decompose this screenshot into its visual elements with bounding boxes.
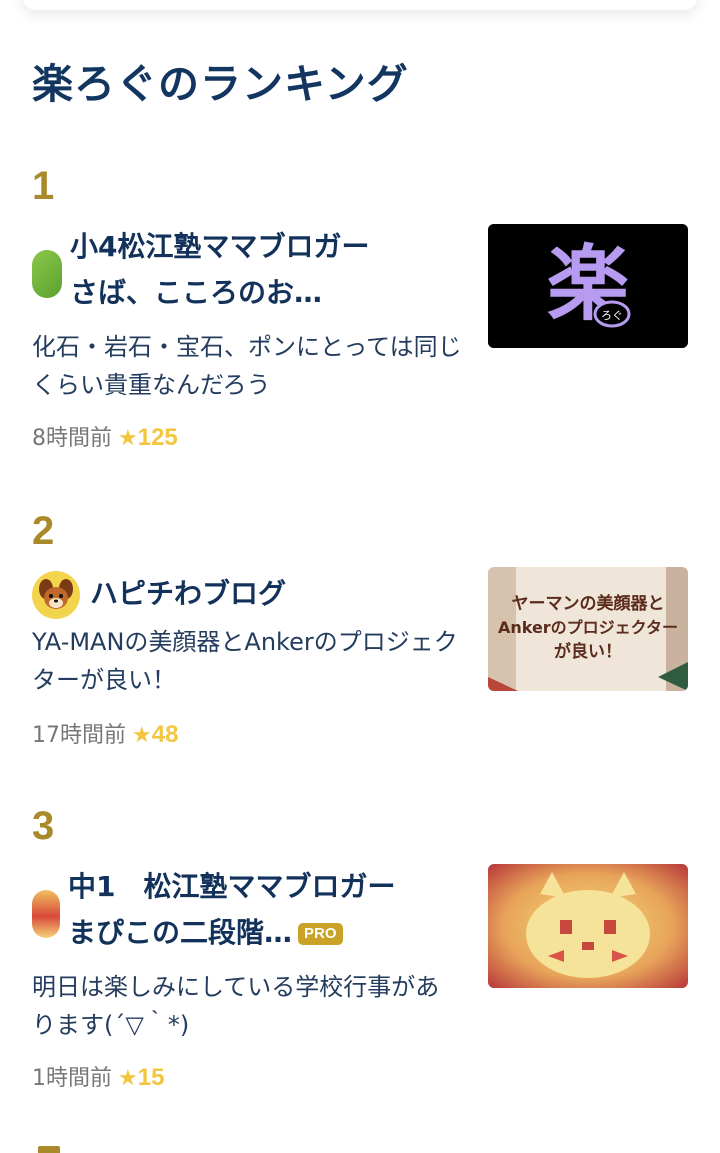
banner-line3: が良い！ [554,641,622,662]
entry-text[interactable]: 明日は楽しみにしている学校行事があります(´▽｀*) [32,968,462,1044]
apple-carving-image [488,864,688,988]
rakurog-logo-icon: 楽 ろぐ [488,224,688,348]
posted-time: 8時間前 [32,426,112,451]
pro-badge: PRO [298,923,343,945]
ranking-item-2[interactable]: 2 ハピチわブログ YA-MANの美顔器とAnkerのプロジェクターが良い！ 1… [0,505,720,765]
entry-meta: 17時間前 ★48 [32,717,178,749]
rank-number: 2 [32,509,55,553]
like-count: 15 [137,1064,165,1091]
dog-avatar-icon [39,579,73,609]
blog-avatar [32,890,60,938]
rank-number: 1 [32,164,55,208]
like-count: 125 [137,424,178,451]
star-icon: ★ [118,1066,138,1091]
star-icon: ★ [132,723,152,748]
entry-meta: 8時間前 ★125 [32,420,178,452]
blog-avatar [32,250,62,298]
banner-line1: ヤーマンの美顔器と [512,593,665,614]
blog-title-line1[interactable]: ハピチわブログ [90,571,286,617]
blog-avatar [32,571,80,619]
header-card-shadow [22,0,698,10]
entry-thumbnail[interactable]: 楽 ろぐ [488,224,688,348]
section-title: 楽ろぐのランキング [32,60,409,108]
entry-text[interactable]: YA-MANの美顔器とAnkerのプロジェクターが良い！ [32,623,462,699]
star-icon: ★ [118,426,138,451]
blog-header[interactable]: 小4松江塾ママブロガー さば、こころのお… [32,224,462,318]
logo-small-text: ろぐ [601,309,623,322]
blog-header[interactable]: 中1 松江塾ママブロガー まぴこの二段階… PRO [32,864,462,958]
blog-title-line2[interactable]: まぴこの二段階… PRO [68,910,343,956]
posted-time: 17時間前 [32,723,126,748]
entry-text[interactable]: 化石・岩石・宝石、ポンにとっては同じくらい貴重なんだろう [32,328,462,404]
posted-time: 1時間前 [32,1066,112,1091]
blog-title-line1[interactable]: 小4松江塾ママブロガー [70,224,369,270]
entry-meta: 1時間前 ★15 [32,1060,164,1092]
article-banner-image: ヤーマンの美顔器と Ankerのプロジェクター が良い！ [488,567,688,691]
blog-title-line1[interactable]: 中1 松江塾ママブロガー [68,864,395,910]
blog-title-line2[interactable]: さば、こころのお… [70,270,322,316]
blog-header[interactable]: ハピチわブログ [32,567,462,619]
rank-number-4-partial [38,1146,60,1153]
ranking-item-1[interactable]: 1 小4松江塾ママブロガー さば、こころのお… 化石・岩石・宝石、ポンにとっては… [0,160,720,460]
banner-line2: Ankerのプロジェクター [498,618,678,637]
blog-title-line2-text[interactable]: まぴこの二段階… [68,916,292,949]
entry-thumbnail[interactable] [488,864,688,988]
like-count: 48 [151,721,179,748]
rank-number: 3 [32,804,55,848]
entry-thumbnail[interactable]: ヤーマンの美顔器と Ankerのプロジェクター が良い！ [488,567,688,691]
ranking-item-3[interactable]: 3 中1 松江塾ママブロガー まぴこの二段階… PRO 明日は楽しみにしている学校… [0,800,720,1100]
